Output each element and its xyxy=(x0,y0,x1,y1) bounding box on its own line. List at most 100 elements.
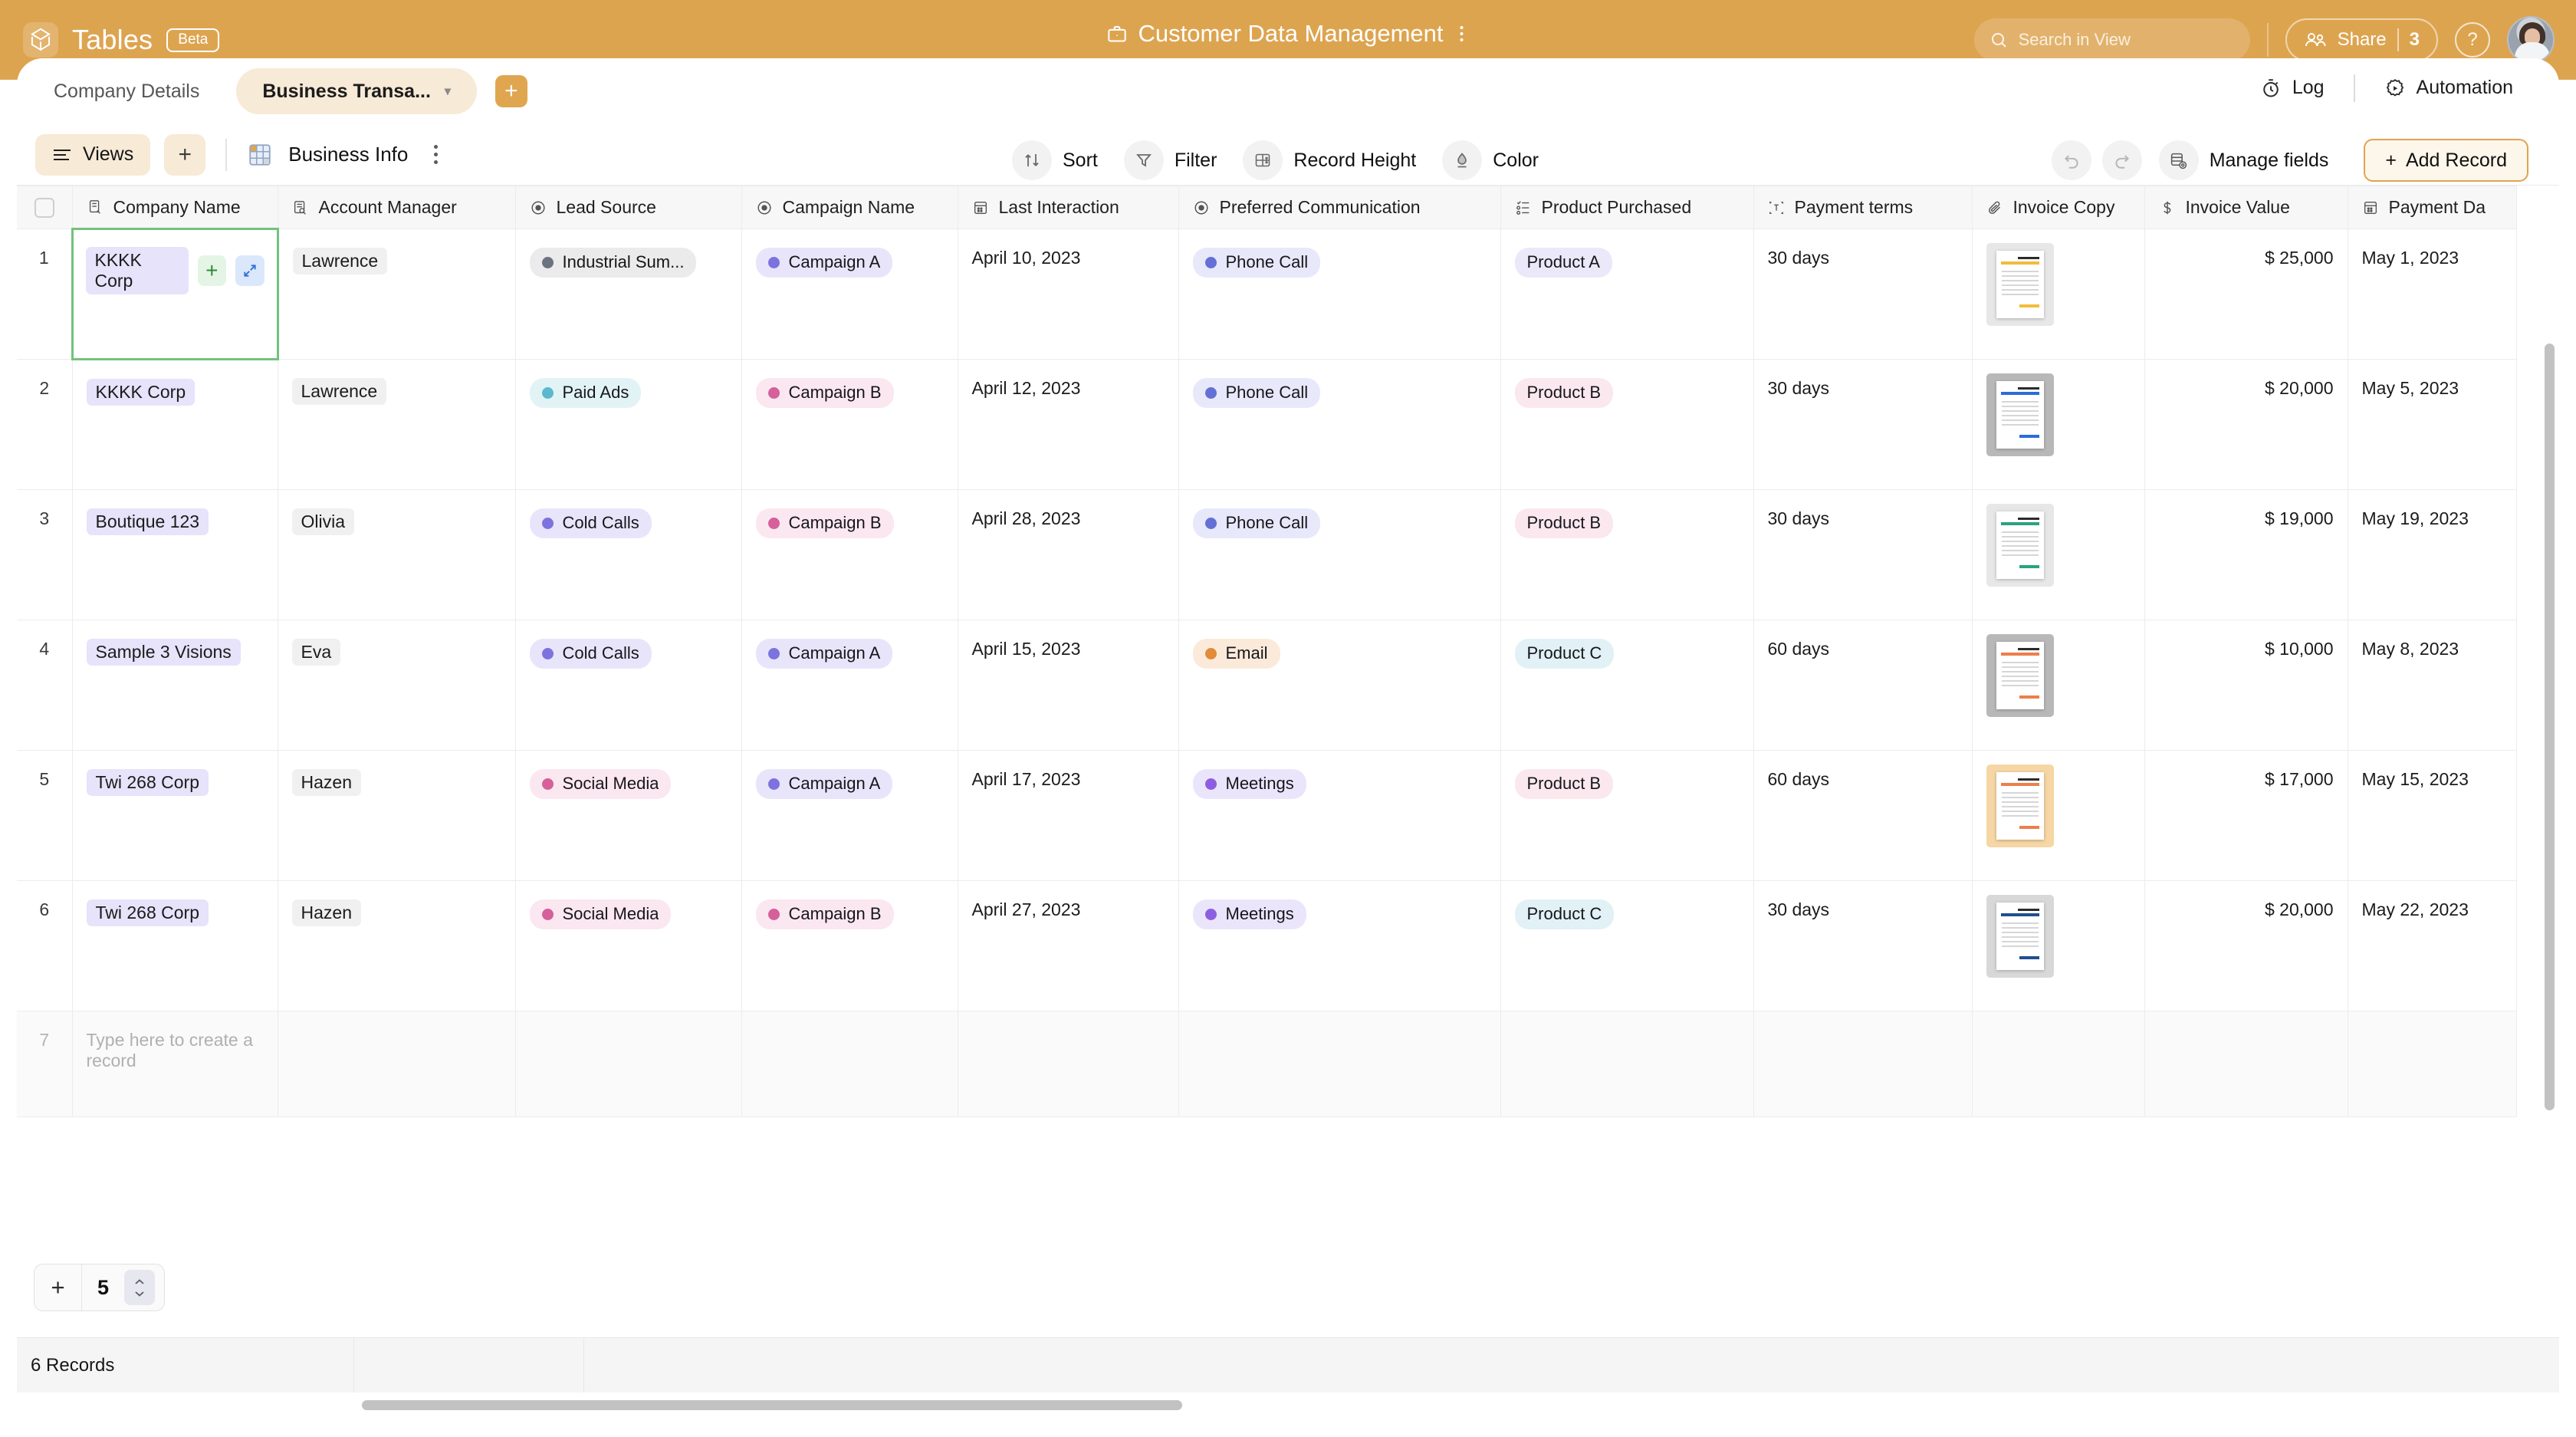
cell-last-interaction[interactable]: April 15, 2023 xyxy=(958,620,1179,751)
cell-payment-terms[interactable]: 30 days xyxy=(1753,880,1973,1011)
column-header-payment-da[interactable]: Payment Da xyxy=(2348,186,2517,229)
cell-lead-source[interactable]: Cold Calls xyxy=(515,620,742,751)
table-row[interactable]: 6 Twi 268 Corp Hazen Social Media Campaign B… xyxy=(17,880,2517,1011)
cell-campaign-name[interactable]: Campaign B xyxy=(741,880,958,1011)
cell-product-purchased[interactable]: Product C xyxy=(1500,880,1754,1011)
cell-campaign-name[interactable]: Campaign A xyxy=(741,750,958,881)
column-header-account-manager[interactable]: Account Manager xyxy=(278,186,516,229)
cell-invoice-value[interactable]: $ 20,000 xyxy=(2144,880,2348,1011)
cell-payment-date[interactable]: May 8, 2023 xyxy=(2348,620,2517,751)
cell-lead-source[interactable]: Paid Ads xyxy=(515,359,742,490)
horizontal-scrollbar[interactable] xyxy=(17,1397,2559,1412)
column-header-campaign-name[interactable]: Campaign Name xyxy=(741,186,958,229)
table-row[interactable]: 5 Twi 268 Corp Hazen Social Media Campaign A… xyxy=(17,750,2517,881)
column-header-invoice-copy[interactable]: Invoice Copy xyxy=(1972,186,2145,229)
cell-last-interaction[interactable]: April 27, 2023 xyxy=(958,880,1179,1011)
cell-payment-date[interactable]: May 22, 2023 xyxy=(2348,880,2517,1011)
cell-preferred-communication[interactable]: Phone Call xyxy=(1178,489,1501,620)
cell-invoice-copy[interactable] xyxy=(1972,489,2145,620)
column-header-company-name[interactable]: Company Name xyxy=(72,186,278,229)
column-header-lead-source[interactable]: Lead Source xyxy=(515,186,742,229)
color-button[interactable]: Color xyxy=(1436,134,1551,186)
select-all-checkbox[interactable] xyxy=(17,186,73,229)
add-linked-record-icon[interactable]: + xyxy=(197,255,227,286)
cell-payment-date[interactable]: May 19, 2023 xyxy=(2348,489,2517,620)
cell-payment-date[interactable]: May 1, 2023 xyxy=(2348,229,2517,360)
record-height-button[interactable]: Record Height xyxy=(1237,134,1428,186)
cell-product-purchased[interactable]: Product B xyxy=(1500,489,1754,620)
cell-preferred-communication[interactable]: Phone Call xyxy=(1178,359,1501,490)
cell-preferred-communication[interactable]: Meetings xyxy=(1178,880,1501,1011)
cell-company-name[interactable]: Boutique 123 xyxy=(72,489,278,620)
new-record-row[interactable]: 7 Type here to create a record xyxy=(17,1011,2517,1117)
chevron-down-icon[interactable]: ▾ xyxy=(445,84,451,99)
cell-account-manager[interactable]: Eva xyxy=(278,620,516,751)
cell-payment-terms[interactable]: 30 days xyxy=(1753,489,1973,620)
document-title-group[interactable]: Customer Data Management xyxy=(1106,20,1469,48)
cell-product-purchased[interactable]: Product B xyxy=(1500,359,1754,490)
column-header-invoice-value[interactable]: Invoice Value xyxy=(2144,186,2348,229)
new-record-cell[interactable] xyxy=(1753,1011,1973,1117)
cell-last-interaction[interactable]: April 12, 2023 xyxy=(958,359,1179,490)
add-view-button[interactable]: + xyxy=(164,133,206,176)
cell-account-manager[interactable]: Hazen xyxy=(278,880,516,1011)
cell-preferred-communication[interactable]: Meetings xyxy=(1178,750,1501,881)
cell-account-manager[interactable]: Hazen xyxy=(278,750,516,881)
cell-invoice-value[interactable]: $ 19,000 xyxy=(2144,489,2348,620)
invoice-thumbnail[interactable] xyxy=(1986,243,2054,326)
cell-invoice-value[interactable]: $ 17,000 xyxy=(2144,750,2348,881)
cell-payment-terms[interactable]: 30 days xyxy=(1753,359,1973,490)
new-record-cell[interactable] xyxy=(741,1011,958,1117)
cell-lead-source[interactable]: Cold Calls xyxy=(515,489,742,620)
cell-invoice-value[interactable]: $ 10,000 xyxy=(2144,620,2348,751)
cell-payment-terms[interactable]: 60 days xyxy=(1753,620,1973,751)
invoice-thumbnail[interactable] xyxy=(1986,895,2054,978)
user-avatar[interactable] xyxy=(2507,16,2555,64)
new-record-cell[interactable] xyxy=(278,1011,516,1117)
document-menu-icon[interactable] xyxy=(1454,23,1470,44)
cell-company-name[interactable]: KKKK Corp + xyxy=(71,228,279,360)
new-record-cell[interactable] xyxy=(958,1011,1179,1117)
cell-company-name[interactable]: Twi 268 Corp xyxy=(72,750,278,881)
filter-button[interactable]: Filter xyxy=(1118,134,1230,186)
add-table-button[interactable]: + xyxy=(495,75,527,107)
cell-company-name[interactable]: Twi 268 Corp xyxy=(72,880,278,1011)
log-button[interactable]: Log xyxy=(2246,69,2338,107)
sort-button[interactable]: Sort xyxy=(1006,134,1110,186)
share-button[interactable]: Share 3 xyxy=(2285,18,2438,61)
column-header-payment-terms[interactable]: Payment terms xyxy=(1753,186,1973,229)
cell-account-manager[interactable]: Lawrence xyxy=(278,229,516,360)
table-row[interactable]: 1 KKKK Corp + Lawrence Industrial Sum... Camp… xyxy=(17,228,2517,360)
invoice-thumbnail[interactable] xyxy=(1986,765,2054,847)
column-header-last-interaction[interactable]: Last Interaction xyxy=(958,186,1179,229)
horizontal-scroll-thumb[interactable] xyxy=(362,1400,1182,1410)
cell-last-interaction[interactable]: April 17, 2023 xyxy=(958,750,1179,881)
expand-record-icon[interactable] xyxy=(235,255,264,286)
cell-lead-source[interactable]: Industrial Sum... xyxy=(515,229,742,360)
cell-campaign-name[interactable]: Campaign A xyxy=(741,229,958,360)
redo-icon[interactable] xyxy=(2101,140,2142,180)
help-icon[interactable]: ? xyxy=(2455,22,2490,58)
cell-invoice-copy[interactable] xyxy=(1972,229,2145,360)
cell-payment-terms[interactable]: 60 days xyxy=(1753,750,1973,881)
invoice-thumbnail[interactable] xyxy=(1986,634,2054,717)
cell-last-interaction[interactable]: April 10, 2023 xyxy=(958,229,1179,360)
cell-last-interaction[interactable]: April 28, 2023 xyxy=(958,489,1179,620)
checkbox-icon[interactable] xyxy=(34,197,54,218)
invoice-thumbnail[interactable] xyxy=(1986,504,2054,587)
cell-invoice-value[interactable]: $ 25,000 xyxy=(2144,229,2348,360)
new-record-cell[interactable] xyxy=(1972,1011,2145,1117)
add-rows-spinner-icon[interactable] xyxy=(124,1270,156,1305)
new-record-input[interactable]: Type here to create a record xyxy=(72,1011,278,1117)
cell-payment-date[interactable]: May 15, 2023 xyxy=(2348,750,2517,881)
sheet-menu-icon[interactable] xyxy=(429,140,442,169)
new-record-cell[interactable] xyxy=(2348,1011,2517,1117)
new-record-cell[interactable] xyxy=(1178,1011,1501,1117)
cell-payment-terms[interactable]: 30 days xyxy=(1753,229,1973,360)
add-rows-plus-button[interactable]: + xyxy=(34,1264,82,1310)
tab-business-transactions[interactable]: Business Transa... ▾ xyxy=(236,68,477,114)
add-rows-stepper[interactable]: + 5 xyxy=(34,1264,166,1311)
cell-invoice-copy[interactable] xyxy=(1972,880,2145,1011)
views-button[interactable]: Views xyxy=(35,133,151,176)
new-record-cell[interactable] xyxy=(515,1011,742,1117)
